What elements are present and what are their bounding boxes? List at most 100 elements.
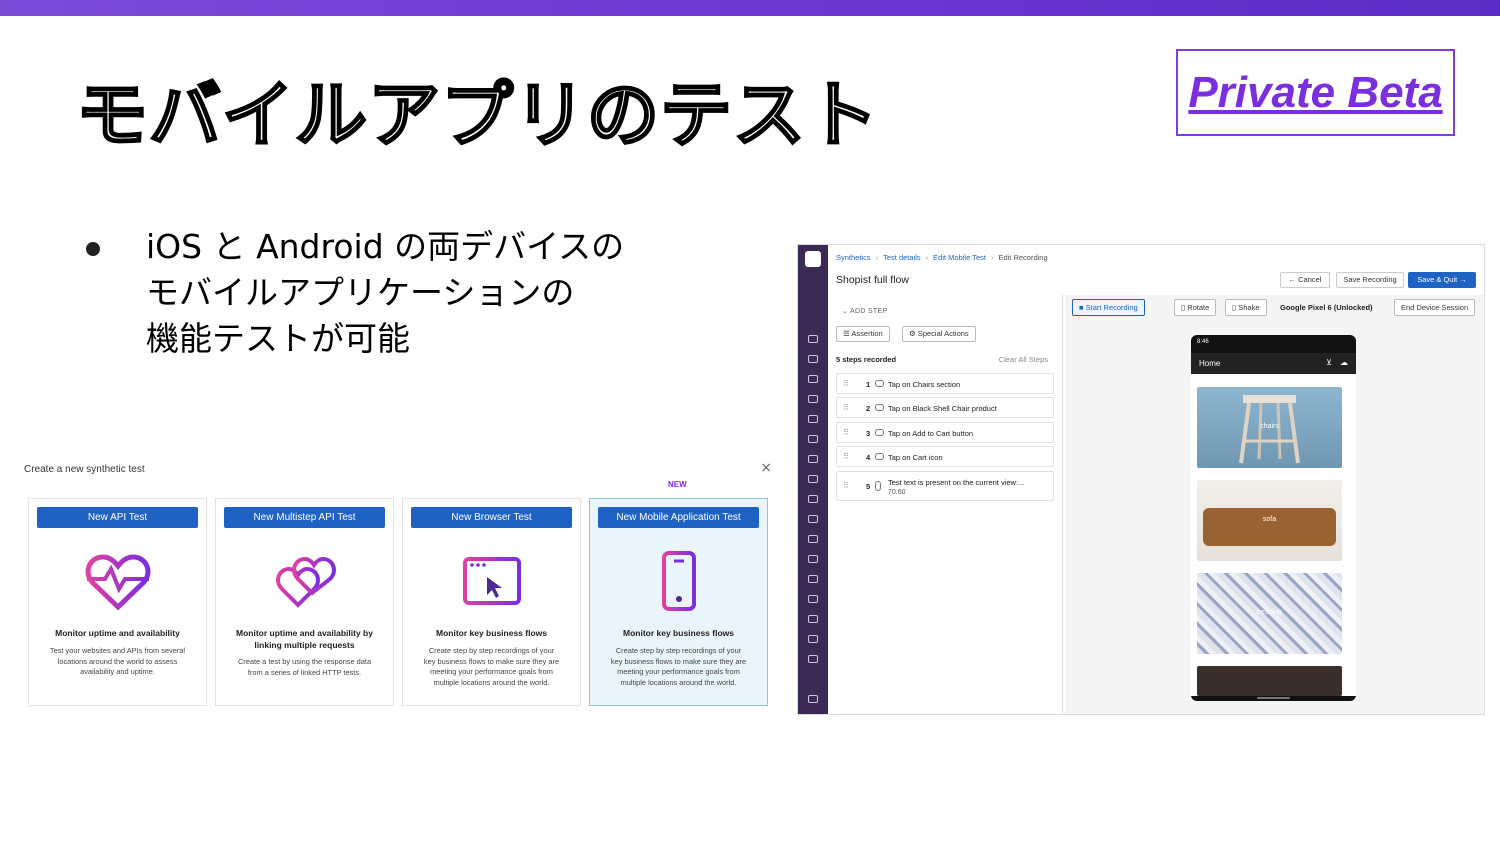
end-device-session-button[interactable]: End Device Session [1394, 299, 1476, 316]
device-pane: ■ Start Recording ▯ Rotate ▯ Shake Googl… [1065, 295, 1484, 714]
security-icon[interactable] [808, 555, 818, 563]
private-beta-box: Private Beta [1176, 49, 1455, 136]
save-quit-label: Save & Quit [1417, 275, 1458, 284]
dashboard-icon[interactable] [808, 375, 818, 383]
drag-handle-icon[interactable]: ⠿ [843, 452, 849, 461]
device-screen[interactable]: 8:46 Home ⊻ ☁ chairs sofa bedding [1191, 335, 1356, 701]
step-row[interactable]: ⠿ 1 Tap on Chairs section [836, 373, 1054, 394]
help-icon[interactable] [808, 635, 818, 643]
add-step-label: ADD STEP [850, 308, 888, 315]
drag-handle-icon[interactable]: ⠿ [843, 379, 849, 388]
binoculars-icon[interactable] [808, 355, 818, 363]
bullet-item: iOS と Android の両デバイスの モバイルアプリケーションの 機能テス… [84, 224, 624, 362]
bullet-list: iOS と Android の両デバイスの モバイルアプリケーションの 機能テス… [84, 224, 624, 362]
app-header: Home ⊻ ☁ [1191, 353, 1356, 374]
search-icon[interactable] [808, 335, 818, 343]
card-heading: Monitor key business flows [623, 628, 734, 638]
step-row[interactable]: ⠿ 3 Tap on Add to Cart button [836, 422, 1054, 443]
home-indicator [1257, 697, 1290, 699]
assertion-button[interactable]: ☰ Assertion [836, 326, 890, 342]
chat-icon[interactable] [808, 615, 818, 623]
drag-handle-icon[interactable]: ⠿ [843, 403, 849, 412]
product-card-next[interactable] [1197, 666, 1342, 696]
new-mobile-application-test-button[interactable]: New Mobile Application Test [598, 507, 759, 528]
monitors-icon[interactable] [808, 435, 818, 443]
rotate-button[interactable]: ▯ Rotate [1174, 299, 1217, 316]
page-title: Shopist full flow [836, 274, 909, 286]
cloud-icon[interactable]: ☁ [1340, 358, 1348, 367]
shake-button[interactable]: ▯ Shake [1225, 299, 1267, 316]
step-number: 2 [866, 404, 871, 413]
breadcrumb-current: Edit Recording [998, 253, 1048, 262]
save-quit-button[interactable]: Save & Quit → [1408, 272, 1476, 288]
new-multistep-api-test-button[interactable]: New Multistep API Test [224, 507, 385, 528]
mobile-phone-icon [661, 551, 696, 611]
chevron-right-icon: › [925, 253, 929, 262]
chevron-right-icon: › [875, 253, 879, 262]
app-content: chairs sofa bedding [1191, 374, 1356, 696]
breadcrumb-edit-mobile-test[interactable]: Edit Mobile Test [933, 253, 986, 262]
drag-handle-icon[interactable]: ⠿ [843, 481, 849, 490]
private-beta-link[interactable]: Private Beta [1188, 68, 1442, 118]
cart-icon[interactable]: ⊻ [1326, 358, 1332, 367]
tap-icon [875, 453, 884, 460]
synthetics-icon[interactable] [808, 575, 818, 583]
tap-icon [875, 404, 884, 411]
add-step-toggle[interactable]: ⌄ ADD STEP [842, 307, 887, 315]
bullet-dot [86, 242, 100, 256]
notebooks-icon[interactable] [808, 535, 818, 543]
product-card-chairs[interactable]: chairs [1197, 387, 1342, 468]
app-home-title: Home [1199, 359, 1221, 368]
cancel-label: Cancel [1298, 275, 1322, 284]
card-description: Create a test by using the response data… [237, 657, 372, 677]
new-api-test-button[interactable]: New API Test [37, 507, 198, 528]
mobile-recorder-window: Synthetics › Test details › Edit Mobile Test… [797, 244, 1485, 715]
apm-icon[interactable] [808, 455, 818, 463]
bullet-line-3: 機能テストが可能 [146, 319, 410, 358]
user-avatar-icon[interactable] [808, 695, 818, 703]
card-api-test[interactable]: New API Test Monitor uptime and availabi… [28, 498, 207, 706]
card-browser-test[interactable]: New Browser Test Monitor key business fl… [402, 498, 581, 706]
product-card-bedding[interactable]: bedding [1197, 573, 1342, 654]
save-recording-button[interactable]: Save Recording [1336, 272, 1404, 288]
step-row[interactable]: ⠿ 4 Tap on Cart icon [836, 446, 1054, 467]
breadcrumb-test-details[interactable]: Test details [883, 253, 921, 262]
close-icon[interactable]: × [760, 460, 772, 476]
assertion-label: Assertion [851, 329, 883, 338]
product-card-sofa[interactable]: sofa [1197, 480, 1342, 561]
metrics-icon[interactable] [808, 395, 818, 403]
chevron-right-icon: › [990, 253, 994, 262]
step-label: Tap on Black Shell Chair product [888, 404, 997, 413]
step-label: Tap on Chairs section [888, 380, 961, 389]
integrations-icon[interactable] [808, 415, 818, 423]
card-heading: Monitor key business flows [436, 628, 547, 638]
card-multistep-api-test[interactable]: New Multistep API Test Monitor uptime an… [215, 498, 394, 706]
step-row[interactable]: ⠿ 2 Tap on Black Shell Chair product [836, 397, 1054, 418]
step-value: 70.60 [888, 489, 906, 496]
phone-status-time: 8:46 [1197, 339, 1209, 345]
drag-handle-icon[interactable]: ⠿ [843, 428, 849, 437]
create-test-dialog: Create a new synthetic test × NEW New AP… [18, 456, 778, 718]
breadcrumb-synthetics[interactable]: Synthetics [836, 253, 871, 262]
team-icon[interactable] [808, 655, 818, 663]
browser-cursor-icon [462, 557, 521, 605]
top-accent-bar [0, 0, 1500, 16]
linked-hearts-icon [275, 556, 336, 608]
card-description: Create step by step recordings of your k… [423, 646, 560, 687]
clear-all-steps-link[interactable]: Clear All Steps [999, 355, 1048, 364]
card-heading: Monitor uptime and availability [55, 628, 180, 638]
network-icon[interactable] [808, 515, 818, 523]
start-recording-button[interactable]: ■ Start Recording [1072, 299, 1145, 316]
logs-icon[interactable] [808, 495, 818, 503]
new-browser-test-button[interactable]: New Browser Test [411, 507, 572, 528]
card-mobile-app-test[interactable]: New Mobile Application Test Monitor key … [589, 498, 768, 706]
slide-title: モバイルアプリのテスト [75, 72, 880, 159]
step-row[interactable]: ⠿ 5 Test text is present on the current … [836, 471, 1054, 501]
steps-recorded-count: 5 steps recorded [836, 355, 897, 364]
steps-pane: ⌄ ADD STEP ☰ Assertion ⚙ Special Actions… [828, 295, 1063, 714]
cancel-button[interactable]: ← Cancel [1280, 272, 1330, 288]
special-actions-button[interactable]: ⚙ Special Actions [902, 326, 976, 342]
infrastructure-icon[interactable] [808, 475, 818, 483]
settings-icon[interactable] [808, 595, 818, 603]
product-label: chairs [1260, 423, 1279, 430]
